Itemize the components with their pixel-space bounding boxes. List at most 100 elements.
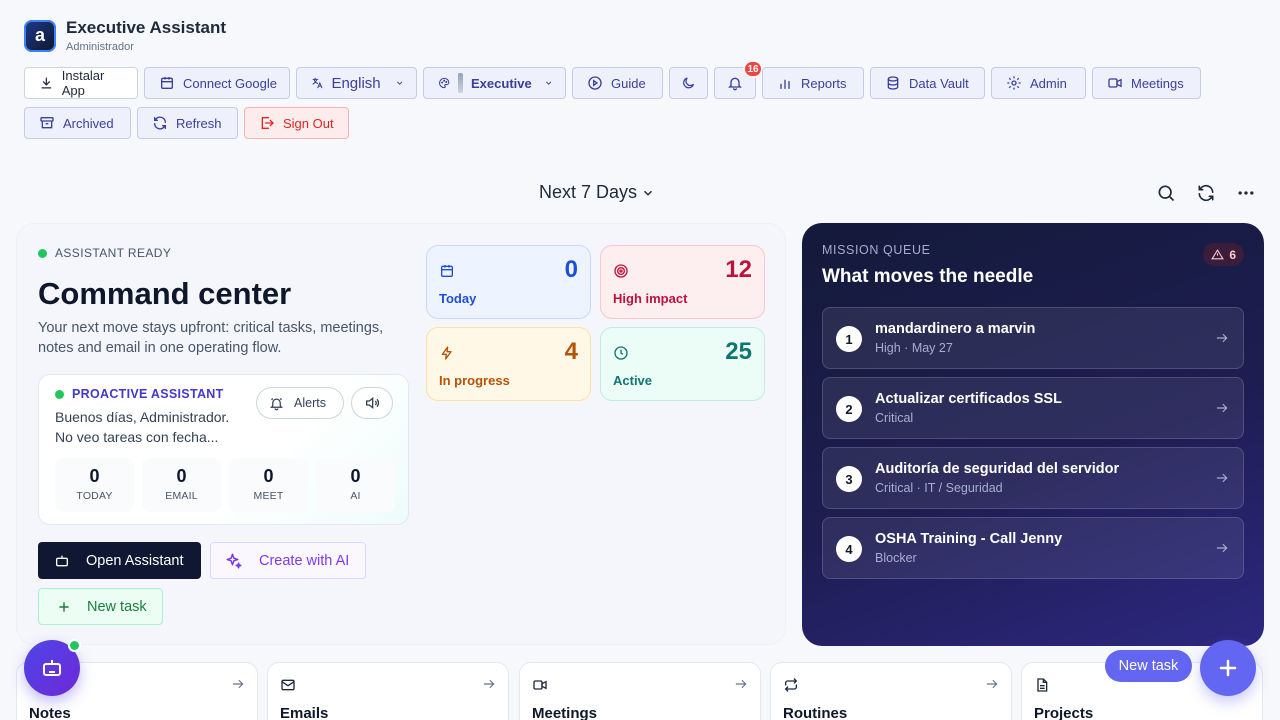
calendar-icon (441, 265, 453, 277)
archived-button[interactable]: Archived (24, 107, 131, 139)
refresh-icon (154, 116, 166, 130)
calendar-icon (161, 77, 173, 89)
open-assistant-label: Open Assistant (86, 552, 184, 569)
clock-icon (614, 346, 628, 360)
new-task-fab[interactable] (1200, 640, 1256, 696)
status-dot (55, 389, 64, 399)
app-logo: a (24, 19, 56, 52)
language-label: English (331, 74, 381, 92)
kpi-value: 0 (564, 256, 578, 283)
kpi-today[interactable]: 0 Today (426, 245, 591, 319)
database-icon (887, 76, 899, 90)
search-icon[interactable] (1156, 183, 1176, 203)
module-label: Projects (1034, 705, 1094, 720)
connect-google-label: Connect Google (183, 75, 277, 91)
stat-value: 0 (350, 466, 361, 486)
dark-mode-toggle[interactable] (669, 67, 708, 99)
module-card-routines[interactable]: Routines (770, 662, 1012, 720)
more-icon[interactable] (1236, 183, 1256, 203)
speaker-icon (366, 396, 380, 410)
mission-item-meta: High · May 27 (875, 341, 953, 355)
open-assistant-button[interactable]: Open Assistant (38, 542, 201, 579)
stat-label: MEET (253, 490, 284, 502)
new-task-button[interactable]: New task (38, 588, 163, 625)
archived-label: Archived (63, 115, 114, 131)
language-select[interactable]: English (296, 67, 417, 99)
kpi-in-progress[interactable]: 4 In progress (426, 327, 591, 401)
mission-alert-badge: 6 (1203, 243, 1244, 266)
bell-icon (728, 77, 742, 91)
module-card-emails[interactable]: Emails (267, 662, 509, 720)
mission-item-title: Actualizar certificados SSL (875, 391, 1062, 407)
chevron-down-icon (644, 190, 653, 196)
proactive-header: PROACTIVE ASSISTANT (55, 387, 224, 401)
proactive-message: Buenos días, Administrador. No veo tarea… (55, 407, 255, 447)
mission-item[interactable]: 2 Actualizar certificados SSL Critical (822, 377, 1244, 439)
install-app-label: Instalar App (61, 68, 105, 98)
stat-value: 0 (176, 466, 187, 486)
arrow-right-icon (1216, 473, 1228, 483)
mission-item-title: Auditoría de seguridad del servidor (875, 461, 1120, 477)
arrow-right-icon (986, 679, 998, 689)
archive-icon (40, 117, 54, 129)
meetings-button[interactable]: Meetings (1092, 67, 1201, 99)
kpi-label: In progress (439, 373, 510, 388)
palette-icon (439, 77, 450, 89)
kpi-label: Today (439, 291, 477, 306)
sound-toggle[interactable] (351, 387, 393, 419)
mission-item[interactable]: 1 mandardinero a marvin High · May 27 (822, 307, 1244, 369)
alerts-button[interactable]: Alerts (256, 387, 344, 419)
refresh-icon[interactable] (1196, 183, 1216, 203)
repeat-icon (784, 678, 798, 692)
admin-label: Admin (1030, 75, 1067, 91)
install-app-button[interactable]: Instalar App (24, 67, 138, 99)
proactive-assistant-card: PROACTIVE ASSISTANT Buenos días, Adminis… (38, 374, 409, 525)
stat-ai: 0 AI (316, 458, 395, 512)
kpi-label: High impact (613, 291, 688, 306)
video-icon (1108, 78, 1122, 88)
stat-label: TODAY (76, 490, 113, 502)
robot-icon (56, 555, 68, 566)
connect-google-button[interactable]: Connect Google (144, 67, 290, 99)
module-label: Emails (280, 705, 329, 720)
data-vault-button[interactable]: Data Vault (870, 67, 985, 99)
refresh-button[interactable]: Refresh (137, 107, 238, 139)
page-title: Command center (38, 276, 292, 311)
reports-label: Reports (801, 75, 847, 91)
proactive-message-line1: Buenos días, Administrador. (55, 409, 230, 425)
admin-button[interactable]: Admin (991, 67, 1086, 99)
kpi-high-impact[interactable]: 12 High impact (600, 245, 765, 319)
mission-item[interactable]: 3 Auditoría de seguridad del servidor Cr… (822, 447, 1244, 509)
module-label: Routines (783, 705, 848, 720)
chevron-down-icon (396, 81, 403, 85)
download-icon (41, 77, 52, 89)
sign-out-button[interactable]: Sign Out (244, 107, 349, 139)
sign-out-icon (261, 117, 274, 129)
reports-button[interactable]: Reports (762, 67, 864, 99)
document-icon (1037, 678, 1048, 692)
date-range-label: Next 7 Days (539, 182, 638, 202)
mission-item-meta: Blocker (875, 551, 917, 565)
stat-meet: 0 MEET (229, 458, 308, 512)
new-task-fab-label[interactable]: New task (1105, 650, 1192, 682)
mail-icon (281, 679, 295, 691)
stat-label: AI (350, 490, 361, 502)
plus-icon (59, 601, 69, 612)
theme-select[interactable]: Executive (423, 67, 566, 99)
video-icon (533, 680, 547, 690)
date-range-select[interactable]: Next 7 Days (539, 182, 655, 203)
create-with-ai-button[interactable]: Create with AI (210, 542, 366, 579)
module-card-meetings[interactable]: Meetings (519, 662, 761, 720)
mission-item-number: 1 (836, 326, 862, 352)
online-indicator (68, 639, 81, 652)
mission-item[interactable]: 4 OSHA Training - Call Jenny Blocker (822, 517, 1244, 579)
kpi-value: 25 (725, 338, 752, 365)
guide-button[interactable]: Guide (572, 67, 663, 99)
arrow-right-icon (735, 679, 747, 689)
notifications-badge: 16 (743, 60, 763, 78)
kpi-active[interactable]: 25 Active (600, 327, 765, 401)
status-dot (38, 248, 47, 258)
guide-label: Guide (611, 75, 646, 91)
notifications-button[interactable]: 16 (714, 60, 763, 99)
mission-alert-count: 6 (1229, 247, 1236, 262)
